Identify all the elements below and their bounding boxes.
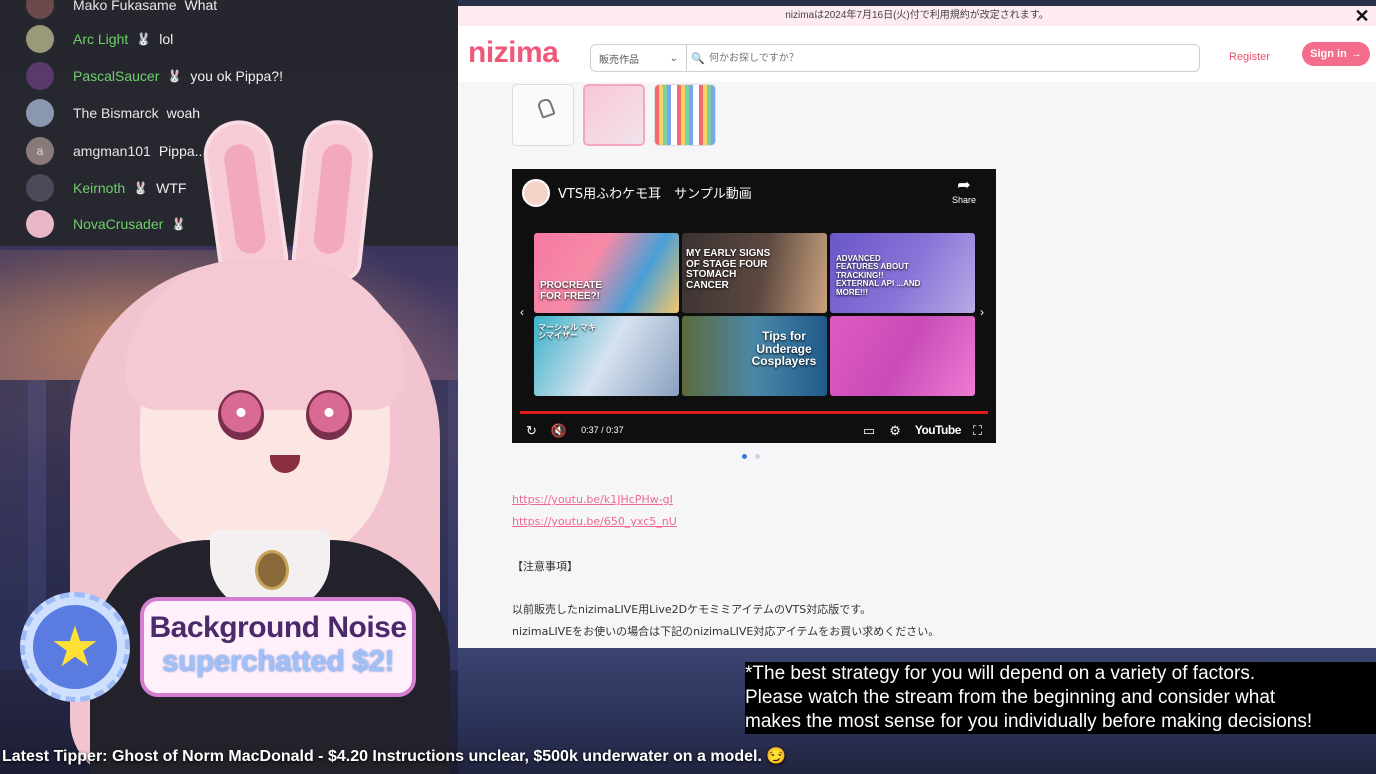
search-bar: 販売作品 ⌄ 🔍 xyxy=(590,44,1200,72)
chat-message: PascalSaucer 🐰 you ok Pippa?! xyxy=(26,61,283,91)
chat-avatar xyxy=(26,25,54,53)
chat-message: Mako Fukasame What xyxy=(26,0,217,20)
related-videos-grid: PROCREATE FOR FREE?! MY EARLY SIGNS OF S… xyxy=(534,233,975,397)
video-title[interactable]: VTS用ふわケモ耳 サンプル動画 xyxy=(558,183,752,202)
chevron-right-icon[interactable]: › xyxy=(980,305,984,319)
fullscreen-icon[interactable]: ⛶ xyxy=(973,424,982,437)
caption-line: *The best strategy for you will depend o… xyxy=(745,663,1256,684)
chat-author: Arc Light xyxy=(73,31,129,47)
member-badge-icon: 🐰 xyxy=(136,32,152,46)
product-thumbnail-selected[interactable] xyxy=(583,84,645,146)
share-icon: ➦ xyxy=(957,177,971,194)
related-video-text: PROCREATE FOR FREE?! xyxy=(540,280,603,302)
superchat-amount: superchatted $2! xyxy=(161,645,395,678)
video-time: 0:37 / 0:37 xyxy=(581,425,624,435)
notes-heading: 【注意事項】 xyxy=(512,560,578,573)
search-input[interactable] xyxy=(709,45,1199,71)
carousel-dot-active[interactable] xyxy=(742,454,747,459)
related-video-text: Tips for Underage Cosplayers xyxy=(751,329,817,369)
chat-author: Mako Fukasame xyxy=(73,0,177,13)
share-label: Share xyxy=(951,195,977,205)
bunny-ear-right xyxy=(289,116,377,284)
terms-notice-bar: nizimaは2024年7月16日(火)付で利用規約が改定されます。 xyxy=(458,6,1376,26)
disclaimer-caption: *The best strategy for you will depend o… xyxy=(745,662,1376,734)
settings-gear-icon[interactable]: ⚙ xyxy=(889,424,901,437)
chat-text: What xyxy=(184,0,218,13)
category-select[interactable]: 販売作品 ⌄ xyxy=(591,45,687,71)
bunny-ear-left xyxy=(199,115,291,285)
related-video[interactable]: PROCREATE FOR FREE?! xyxy=(534,233,679,313)
notes-line: 以前販売したnizimaLIVE用Live2DケモミミアイテムのVTS対応版です… xyxy=(512,603,872,616)
youtube-link[interactable]: https://youtu.be/k1JHcPHw-gI xyxy=(512,493,673,506)
carousel-dot[interactable] xyxy=(755,454,760,459)
notes-line: nizimaLIVEをお使いの場合は下記のnizimaLIVE対応アイテムをお買… xyxy=(512,625,940,638)
video-progress-bar[interactable] xyxy=(520,411,988,414)
related-video-text: ADVANCED FEATURES ABOUT TRACKING!! EXTER… xyxy=(836,254,921,297)
related-video[interactable]: マーシャル マキシマイザー xyxy=(534,316,679,396)
youtube-embed[interactable]: VTS用ふわケモ耳 サンプル動画 ➦ Share PROCREATE FOR F… xyxy=(512,169,996,443)
sign-in-button[interactable]: Sign in → xyxy=(1302,42,1370,66)
avatar-brooch xyxy=(255,550,289,590)
avatar-eye-right xyxy=(306,390,352,440)
star-icon: ★ xyxy=(33,605,117,689)
related-video[interactable]: ADVANCED FEATURES ABOUT TRACKING!! EXTER… xyxy=(830,233,975,313)
caption-line: makes the most sense for you individuall… xyxy=(745,711,1313,732)
replay-icon[interactable]: ↻ xyxy=(526,424,537,437)
video-progress-fill xyxy=(520,411,988,414)
site-header: nizima 販売作品 ⌄ 🔍 Register Sign in → xyxy=(458,26,1376,82)
superchat-alert: Background Noise superchatted $2! xyxy=(140,597,416,697)
youtube-logo[interactable]: YouTube xyxy=(915,423,962,437)
latest-tipper-ticker: Latest Tipper: Ghost of Norm MacDonald -… xyxy=(2,748,787,765)
chat-avatar xyxy=(26,0,54,19)
product-thumbnail[interactable] xyxy=(512,84,574,146)
caption-line: Please watch the stream from the beginni… xyxy=(745,687,1276,708)
browser-window: nizimaは2024年7月16日(火)付で利用規約が改定されます。 ✕ niz… xyxy=(458,6,1376,648)
related-video-text: マーシャル マキシマイザー xyxy=(538,323,597,341)
chat-text: lol xyxy=(159,31,174,47)
mute-icon[interactable]: 🔇 xyxy=(551,424,567,437)
channel-avatar[interactable] xyxy=(522,179,550,207)
category-select-value: 販売作品 xyxy=(599,54,639,66)
related-video[interactable]: MY EARLY SIGNS OF STAGE FOUR STOMACH CAN… xyxy=(682,233,827,313)
nizima-logo[interactable]: nizima xyxy=(468,36,559,70)
sign-in-label: Sign in xyxy=(1310,48,1347,60)
related-video[interactable]: Tips for Underage Cosplayers xyxy=(682,316,827,396)
chevron-left-icon[interactable]: ‹ xyxy=(520,305,524,319)
register-link[interactable]: Register xyxy=(1229,51,1270,63)
superchat-name: Background Noise xyxy=(149,611,407,644)
carousel-dots xyxy=(742,454,760,459)
superchat-star-badge: ★ xyxy=(20,592,130,702)
chat-author: PascalSaucer xyxy=(73,68,160,84)
chevron-down-icon: ⌄ xyxy=(669,52,678,64)
captions-icon[interactable]: ▭ xyxy=(863,424,875,437)
youtube-link[interactable]: https://youtu.be/650_yxc5_nU xyxy=(512,515,677,528)
product-thumbnail[interactable] xyxy=(654,84,716,146)
chat-message: Arc Light 🐰 lol xyxy=(26,24,173,54)
product-content: VTS用ふわケモ耳 サンプル動画 ➦ Share PROCREATE FOR F… xyxy=(458,82,1376,648)
member-badge-icon: 🐰 xyxy=(167,69,183,83)
chat-text: you ok Pippa?! xyxy=(190,68,283,84)
related-video-text: MY EARLY SIGNS OF STAGE FOUR STOMACH CAN… xyxy=(686,248,771,291)
avatar-eye-left xyxy=(218,390,264,440)
chat-avatar xyxy=(26,62,54,90)
arrow-right-icon: → xyxy=(1350,48,1362,60)
video-controls: ↻ 🔇 0:37 / 0:37 ▭ ⚙ YouTube ⛶ xyxy=(512,417,996,443)
close-icon[interactable]: ✕ xyxy=(1352,6,1372,26)
search-icon: 🔍 xyxy=(691,52,705,65)
related-video[interactable] xyxy=(830,316,975,396)
share-button[interactable]: ➦ Share xyxy=(944,177,984,205)
